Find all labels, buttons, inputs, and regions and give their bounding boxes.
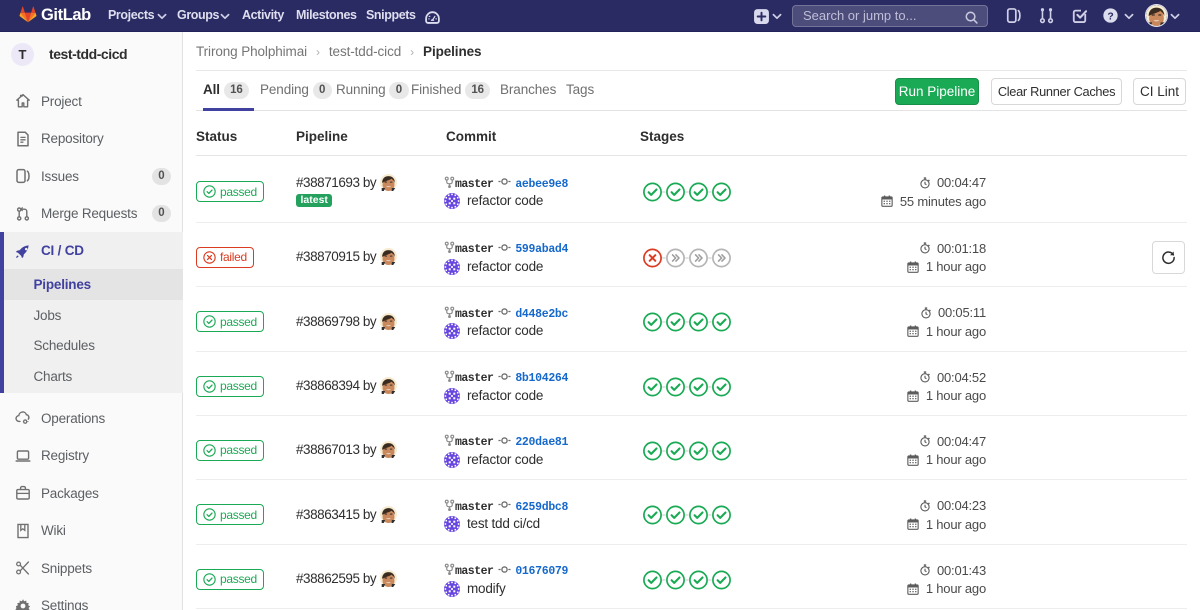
svg-text:?: ? — [1107, 12, 1113, 23]
